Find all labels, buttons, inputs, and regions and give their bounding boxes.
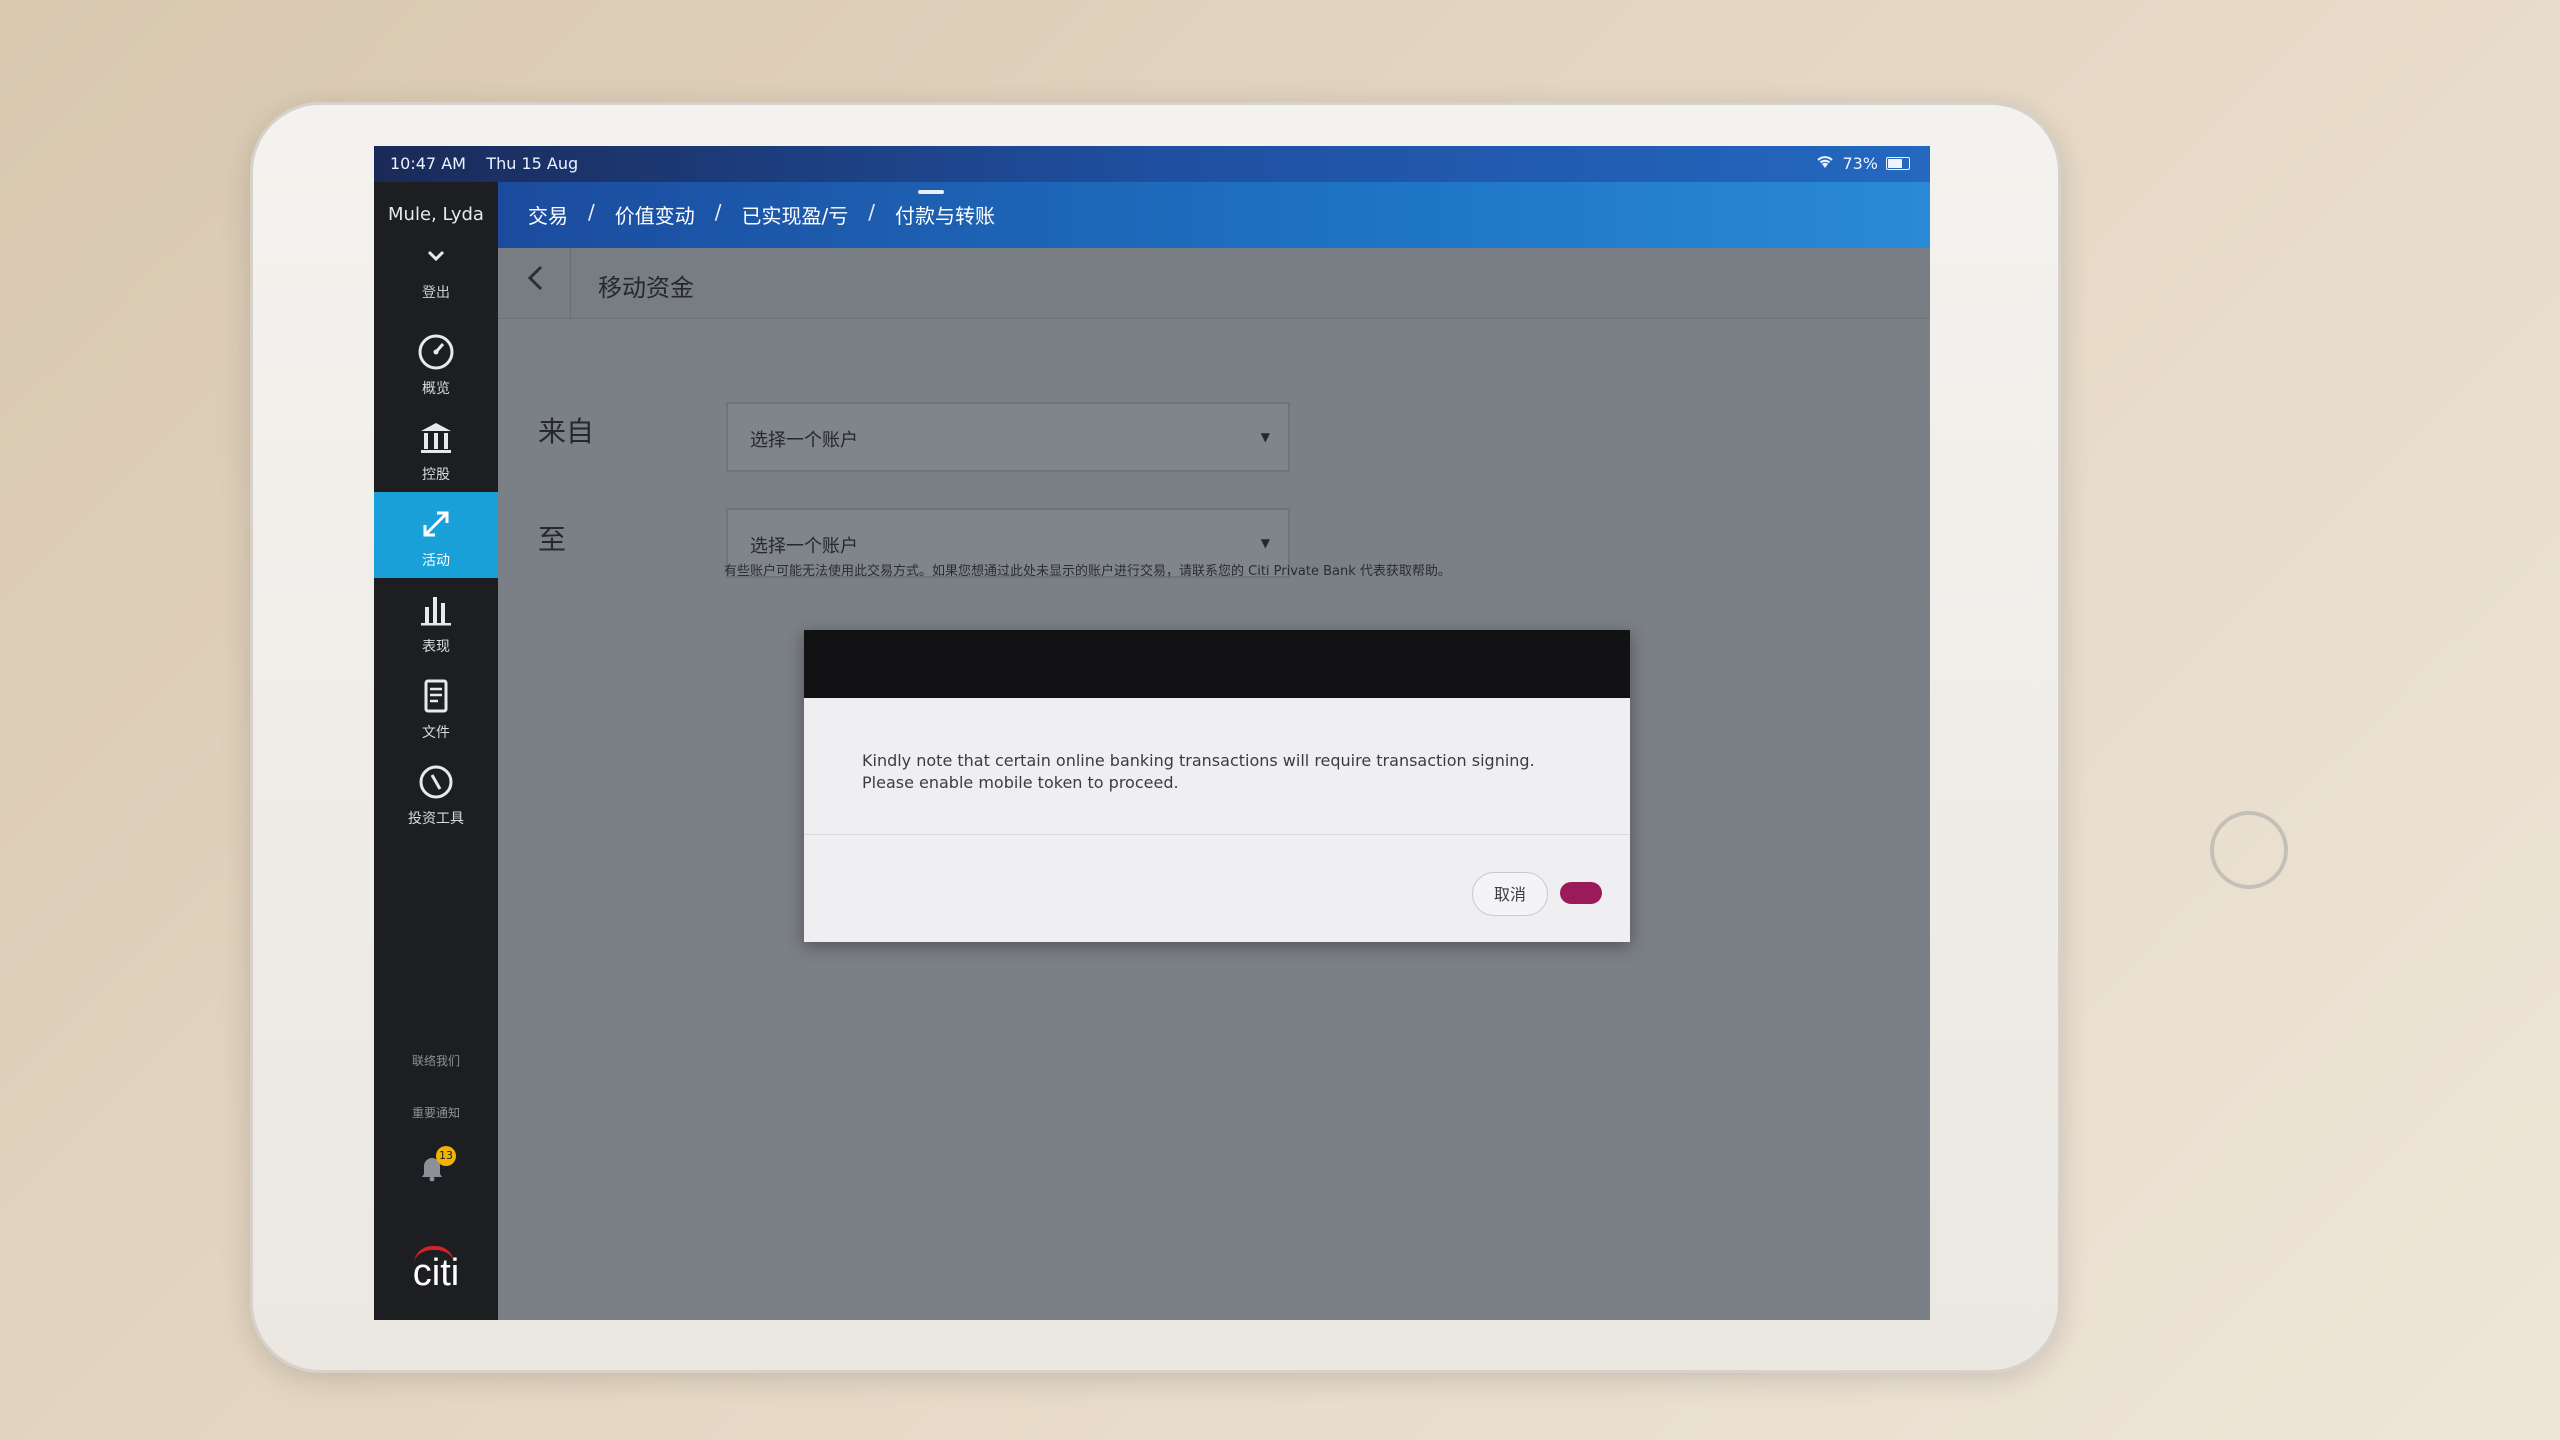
sidebar-item-holdings[interactable]: 控股 (374, 406, 498, 492)
status-clock: 10:47 AM (390, 154, 466, 173)
user-name[interactable]: Mule, Lyda (374, 204, 498, 225)
dialog-message-line2: Please enable mobile token to proceed. (862, 773, 1179, 792)
chevron-down-icon[interactable] (426, 244, 446, 268)
document-icon (374, 676, 498, 716)
compass-icon (374, 762, 498, 802)
confirm-button[interactable] (1560, 882, 1602, 904)
back-button[interactable] (516, 262, 556, 302)
status-bar: 10:47 AM Thu 15 Aug 73% (374, 146, 1930, 182)
contact-us-link[interactable]: 联络我们 (374, 1052, 498, 1069)
main-content: 交易 / 价值变动 / 已实现盈/亏 / 付款与转账 移动资金 来自 选择一个账… (498, 182, 1930, 1320)
to-select-value: 选择一个账户 (750, 536, 858, 557)
header-divider (570, 248, 571, 318)
dialog-message-line1: Kindly note that certain online banking … (862, 751, 1535, 770)
logout-button[interactable]: 登出 (374, 282, 498, 302)
transaction-signing-dialog: Kindly note that certain online banking … (804, 630, 1630, 942)
sidebar-item-investment-tools[interactable]: 投资工具 (374, 750, 498, 836)
sidebar-item-documents[interactable]: 文件 (374, 664, 498, 750)
transfer-arrows-icon (374, 504, 498, 544)
crumb-trades[interactable]: 交易 (528, 200, 568, 229)
from-account-select[interactable]: 选择一个账户 ▼ (726, 402, 1290, 472)
cancel-button[interactable]: 取消 (1472, 872, 1548, 916)
citi-logo: citi (412, 1252, 460, 1294)
from-label: 来自 (538, 415, 595, 448)
sidebar-item-label: 表现 (422, 639, 450, 655)
page-header: 移动资金 (498, 248, 1930, 319)
chevron-left-icon (527, 265, 543, 291)
pull-handle[interactable] (918, 190, 944, 194)
crumb-value-change[interactable]: 价值变动 (615, 200, 695, 229)
page-title: 移动资金 (598, 274, 694, 302)
to-label: 至 (538, 523, 567, 556)
device-screen: 10:47 AM Thu 15 Aug 73% Mule, Lyda 登出 概览 (374, 146, 1930, 1320)
crumb-separator: / (588, 200, 595, 224)
crumb-payments-transfers[interactable]: 付款与转账 (895, 200, 995, 229)
sidebar-item-label: 文件 (422, 725, 450, 741)
sidebar-item-label: 投资工具 (408, 811, 464, 827)
bell-icon (416, 1158, 448, 1188)
caret-down-icon: ▼ (1260, 536, 1270, 550)
bank-icon (374, 418, 498, 458)
wifi-icon (1816, 155, 1834, 173)
crumb-separator: / (714, 200, 722, 224)
sidebar: Mule, Lyda 登出 概览 控股 活动 表现 文件 投资工具 联络我们 重… (374, 182, 498, 1320)
sidebar-item-label: 控股 (422, 467, 450, 483)
notifications-button[interactable]: 13 (416, 1146, 456, 1192)
battery-icon (1886, 157, 1910, 170)
notification-badge: 13 (436, 1146, 456, 1166)
dialog-header (804, 630, 1630, 698)
sidebar-item-label: 概览 (422, 381, 450, 397)
gauge-icon (374, 332, 498, 372)
bar-chart-icon (374, 590, 498, 630)
status-indicators: 73% (1816, 154, 1910, 173)
crumb-realized-gain-loss[interactable]: 已实现盈/亏 (742, 200, 849, 229)
from-select-value: 选择一个账户 (750, 430, 858, 451)
sidebar-item-label: 活动 (422, 553, 450, 569)
sidebar-item-overview[interactable]: 概览 (374, 320, 498, 406)
important-notices-link[interactable]: 重要通知 (374, 1104, 498, 1121)
top-navigation: 交易 / 价值变动 / 已实现盈/亏 / 付款与转账 (498, 182, 1930, 248)
sidebar-item-performance[interactable]: 表现 (374, 578, 498, 664)
sidebar-item-activity[interactable]: 活动 (374, 492, 498, 578)
caret-down-icon: ▼ (1260, 430, 1270, 444)
home-button[interactable] (2210, 811, 2288, 889)
dialog-divider (804, 834, 1630, 835)
status-time: 10:47 AM Thu 15 Aug (390, 154, 578, 173)
battery-percent: 73% (1842, 154, 1878, 173)
breadcrumb: 交易 / 价值变动 / 已实现盈/亏 / 付款与转账 (528, 200, 995, 229)
crumb-separator: / (868, 200, 875, 224)
dialog-message: Kindly note that certain online banking … (862, 750, 1582, 794)
account-notice: 有些账户可能无法使用此交易方式。如果您想通过此处未显示的账户进行交易，请联系您的… (724, 564, 1451, 579)
status-date: Thu 15 Aug (486, 154, 579, 173)
